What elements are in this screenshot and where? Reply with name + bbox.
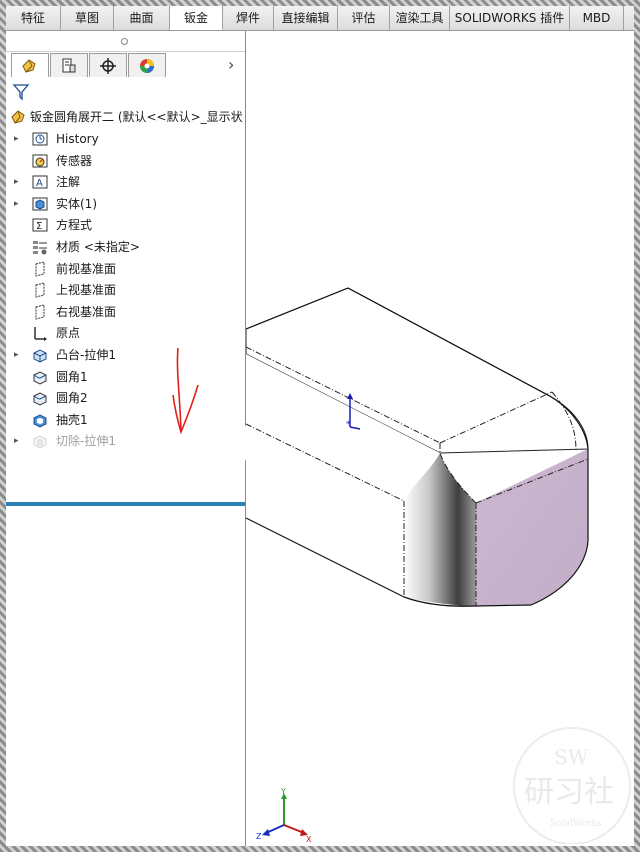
tree-item-label: 切除-拉伸1: [56, 434, 116, 449]
cut-extrude-icon: [33, 435, 47, 449]
svg-text:研习社: 研习社: [524, 775, 614, 810]
property-manager-icon: [62, 58, 76, 72]
panel-tab-bar: [11, 53, 167, 78]
tree-item-label: 圆角2: [56, 391, 88, 406]
command-tab-6[interactable]: 评估: [338, 6, 390, 30]
plane-icon: [35, 304, 45, 320]
origin-icon: [34, 327, 47, 342]
tree-root-label: 钣金圆角展开二 (默认<<默认>_显示状: [30, 110, 243, 124]
command-tab-0[interactable]: 特征: [6, 6, 61, 30]
command-tab-1[interactable]: 草图: [61, 6, 114, 30]
command-tab-7[interactable]: 渲染工具: [390, 6, 450, 30]
expand-arrow-icon[interactable]: ▸: [14, 431, 22, 451]
triad-y-label: Y: [280, 787, 286, 796]
command-tab-2[interactable]: 曲面: [114, 6, 170, 30]
tree-item-label: 注解: [56, 175, 81, 190]
fillet-icon: [33, 392, 47, 406]
tree-item-label: 原点: [56, 326, 81, 341]
display-manager-tab[interactable]: [128, 53, 166, 77]
annotation-icon: A: [32, 175, 48, 189]
command-tab-8[interactable]: SOLIDWORKS 插件: [450, 6, 570, 30]
configuration-manager-icon: [100, 57, 116, 74]
tree-item-label: 右视基准面: [56, 304, 117, 319]
tree-item-label: 传感器: [56, 153, 93, 168]
rollback-bar[interactable]: [6, 502, 245, 506]
filter-icon[interactable]: [12, 83, 30, 101]
expand-arrow-icon[interactable]: ▸: [14, 129, 22, 149]
chevron-right-icon[interactable]: ›: [228, 55, 234, 74]
feature-manager-panel: › 钣金圆角展开二 (默认<<默认>_显示状 ▸ History 传感器 ▸ A 注解 ▸ 实…: [6, 31, 253, 846]
view-triad[interactable]: Y X Z: [256, 787, 312, 844]
annotation-arrow: [172, 347, 199, 435]
watermark-logo: SW 研习社 SolidWorks: [513, 727, 631, 844]
triad-z-label: Z: [256, 832, 262, 841]
solid-bodies-icon: [32, 197, 48, 211]
plane-icon: [35, 260, 45, 277]
tree-item-label: 凸台-拉伸1: [56, 348, 116, 362]
property-manager-tab[interactable]: [50, 53, 88, 77]
shell-icon: [33, 414, 47, 428]
svg-text:SW: SW: [554, 745, 589, 769]
svg-text:Σ: Σ: [36, 221, 42, 232]
tree-item-label: 实体(1): [56, 196, 97, 211]
tree-item-label: 方程式: [56, 218, 93, 233]
triad-x-label: X: [306, 835, 312, 844]
sensor-icon: [32, 154, 48, 168]
tree-item-label: 上视基准面: [56, 283, 117, 298]
part-icon: [11, 110, 25, 124]
fillet-icon: [33, 371, 47, 385]
feature-manager-tab[interactable]: [11, 53, 49, 77]
tree-item-label: 圆角1: [56, 369, 88, 384]
feature-manager-icon: [22, 58, 36, 73]
history-icon: [32, 132, 48, 146]
command-tab-5[interactable]: 直接编辑: [274, 6, 338, 30]
tree-item-label: History: [56, 132, 99, 146]
material-icon: [33, 241, 47, 255]
tree-item-label: 抽壳1: [56, 412, 88, 427]
command-tab-3[interactable]: 钣金: [170, 6, 223, 30]
equations-icon: Σ: [32, 218, 48, 232]
expand-arrow-icon[interactable]: ▸: [14, 194, 22, 214]
configuration-manager-tab[interactable]: [89, 53, 127, 77]
command-tab-9[interactable]: MBD: [570, 6, 624, 30]
command-manager-tabs: 特征 草图 曲面 钣金 焊件 直接编辑 评估 渲染工具 SOLIDWORKS 插件 MBD: [6, 6, 634, 31]
expand-arrow-icon[interactable]: ▸: [14, 172, 22, 192]
expand-arrow-icon[interactable]: ▸: [14, 345, 22, 365]
boss-extrude-icon: [33, 349, 47, 363]
command-tab-4[interactable]: 焊件: [223, 6, 274, 30]
tree-item-label: 前视基准面: [56, 261, 117, 276]
svg-text:A: A: [36, 178, 43, 189]
svg-text:SolidWorks: SolidWorks: [550, 819, 602, 829]
plane-icon: [35, 282, 45, 298]
tree-item-label: 材质 <未指定>: [56, 240, 140, 254]
svg-text:*: *: [346, 420, 351, 430]
panel-splitter[interactable]: [6, 31, 245, 52]
appearance-icon: [140, 58, 154, 73]
